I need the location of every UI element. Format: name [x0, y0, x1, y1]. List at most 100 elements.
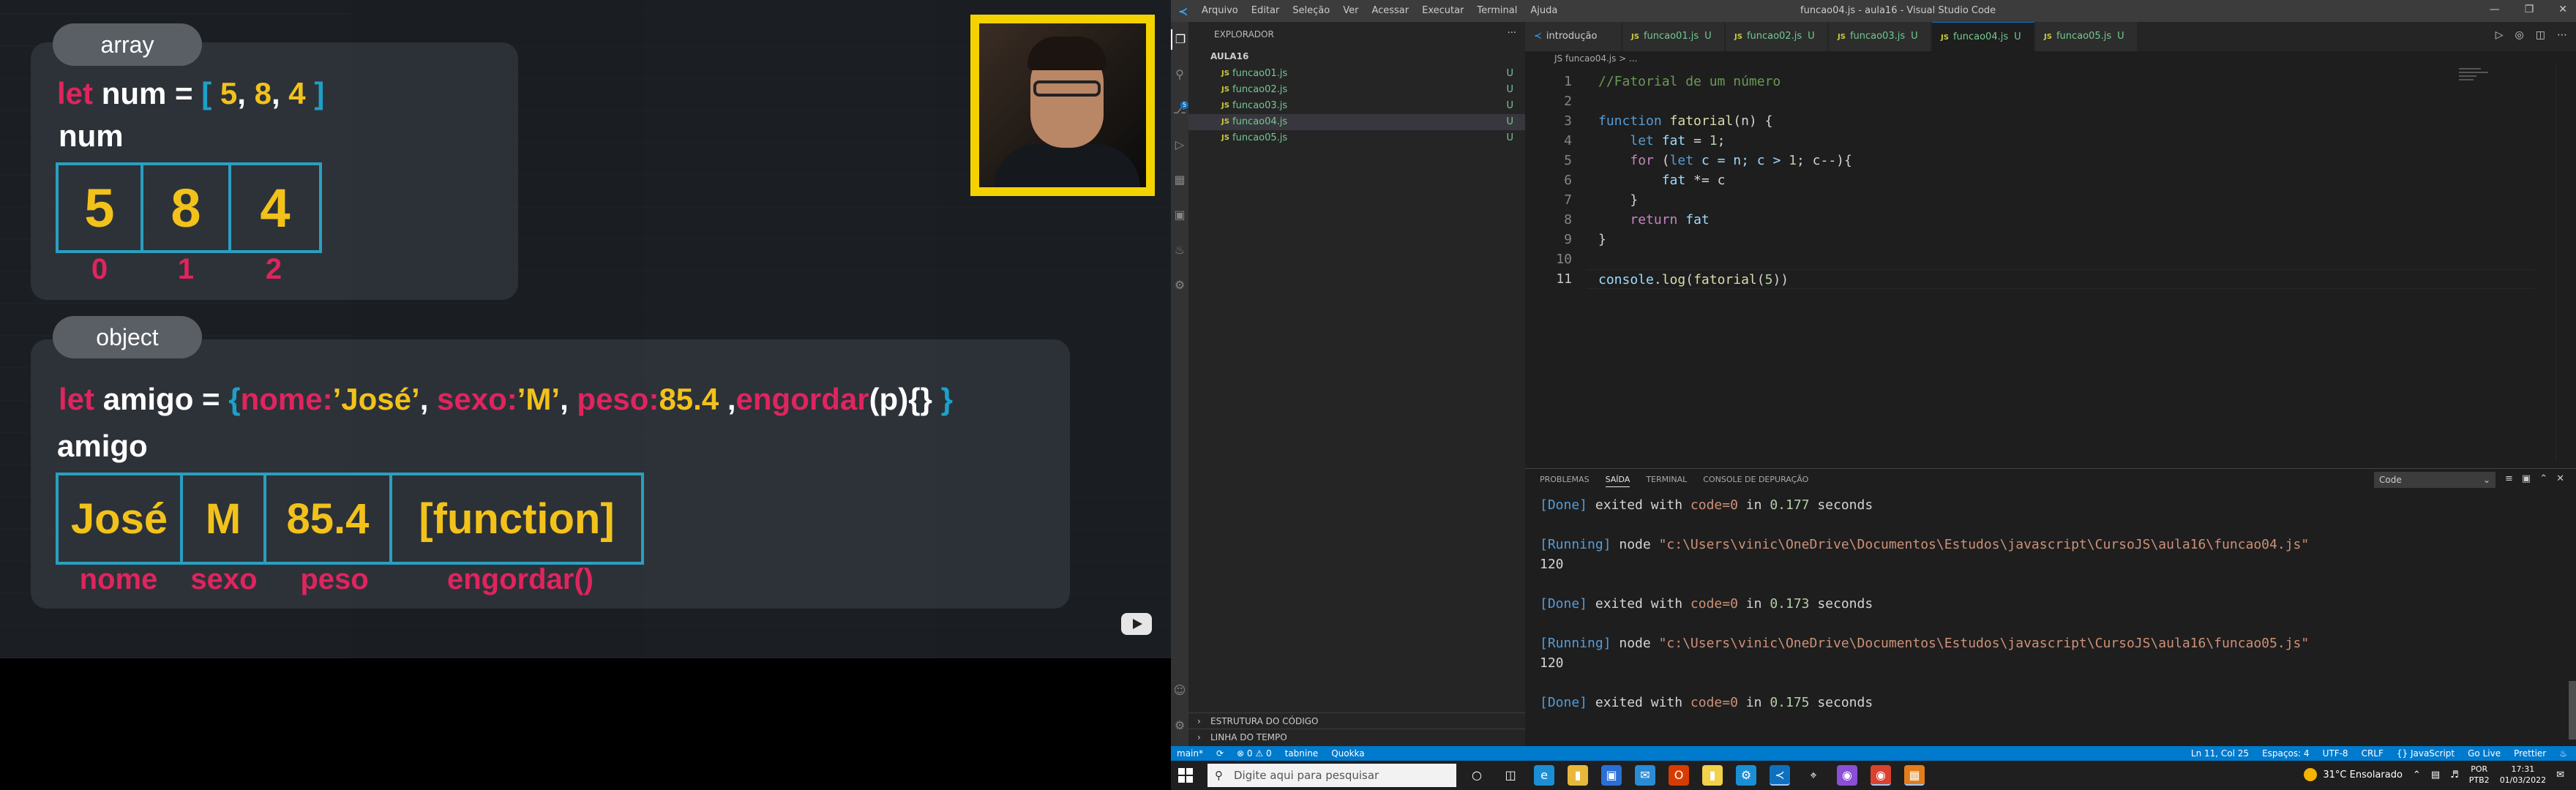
tab-console-depuracao[interactable]: CONSOLE DE DEPURAÇÃO	[1703, 475, 1808, 487]
file-item[interactable]: JS funcao01.js U	[1188, 66, 1525, 82]
tab-funcao02[interactable]: JS funcao02.js U	[1726, 22, 1828, 51]
tab-funcao05[interactable]: JS funcao05.js U	[2035, 22, 2138, 51]
menu-item-terminal[interactable]: Terminal	[1477, 5, 1517, 16]
run-debug-icon[interactable]: ▷	[1171, 135, 1188, 155]
prettier-button[interactable]: Prettier	[2514, 746, 2546, 761]
git-status: U	[1506, 100, 1513, 111]
close-panel-icon[interactable]: ✕	[2556, 473, 2564, 484]
language-indicator[interactable]: POR PTB2	[2469, 764, 2490, 786]
html-editor-icon[interactable]: ▦	[1904, 765, 1925, 786]
output-log[interactable]: [Done] exited with code=0 in 0.177 secon…	[1540, 495, 2309, 712]
line-ending[interactable]: CRLF	[2362, 746, 2384, 761]
object-key-label: sexo	[190, 563, 258, 595]
clear-output-icon[interactable]: ≡	[2505, 473, 2513, 484]
menu-item-ver[interactable]: Ver	[1343, 5, 1358, 16]
settings-icon[interactable]: ⚙	[1736, 765, 1756, 786]
tab-funcao01[interactable]: JS funcao01.js U	[1622, 22, 1725, 51]
folder-aula16[interactable]: AULA16	[1210, 51, 1248, 61]
run-icon[interactable]: ▷	[2496, 29, 2504, 41]
timeline-section[interactable]: › LINHA DO TEMPO	[1188, 729, 1525, 745]
sync-icon[interactable]: ⟳	[1216, 746, 1224, 761]
source-control-icon[interactable]: ⎇ 5	[1171, 99, 1188, 120]
split-editor-icon[interactable]: ◫	[2536, 29, 2545, 41]
weather-widget[interactable]: 31°C Ensolarado	[2304, 768, 2403, 781]
video-lesson[interactable]: array let num = [ 5, 8, 4 ] num 5 8 4 0 …	[0, 0, 1171, 658]
menu-item-arquivo[interactable]: Arquivo	[1202, 5, 1238, 16]
tab-problemas[interactable]: PROBLEMAS	[1540, 475, 1590, 487]
accounts-icon[interactable]: ☺	[1171, 680, 1188, 701]
network-icon[interactable]: ▤	[2431, 770, 2440, 780]
docker-icon[interactable]: ♨	[1171, 240, 1188, 260]
branch-indicator[interactable]: main*	[1177, 746, 1203, 761]
tab-introducao[interactable]: ≺ introdução	[1525, 22, 1622, 51]
file-item-selected[interactable]: JS funcao04.js U	[1188, 114, 1525, 130]
vscode-taskbar-icon[interactable]: ≺	[1770, 765, 1790, 786]
file-item[interactable]: JS funcao02.js U	[1188, 82, 1525, 98]
language-mode[interactable]: {} JavaScript	[2397, 746, 2455, 761]
tab-terminal[interactable]: TERMINAL	[1646, 475, 1687, 487]
taskbar-search-input[interactable]: ⚲ Digite aqui para pesquisar	[1208, 764, 1456, 787]
file-item[interactable]: JS funcao03.js U	[1188, 98, 1525, 114]
office-icon[interactable]: O	[1669, 765, 1689, 786]
editor-scrollbar[interactable]	[2556, 66, 2566, 461]
tool-icon[interactable]: ⌖	[1803, 765, 1824, 786]
clock[interactable]: 17:31 01/03/2022	[2500, 764, 2546, 786]
go-live-button[interactable]: Go Live	[2468, 746, 2501, 761]
breadcrumb[interactable]: JS funcao04.js > ...	[1525, 51, 1638, 66]
output-channel-select[interactable]: Code ⌄	[2374, 472, 2496, 488]
go-live-icon[interactable]: ◎	[2515, 29, 2524, 41]
github-icon[interactable]: ◉	[1837, 765, 1857, 786]
quokka-indicator[interactable]: Quokka	[1331, 746, 1364, 761]
sticky-notes-icon[interactable]: ▮	[1702, 765, 1723, 786]
more-actions-icon[interactable]: ⋯	[2557, 29, 2567, 41]
object-cell: 85.4	[266, 475, 392, 562]
close-icon[interactable]: ✕	[2558, 4, 2567, 15]
mail-icon[interactable]: ✉	[1635, 765, 1655, 786]
let-keyword: let	[57, 76, 94, 110]
code-editor[interactable]: 1 2 3 4 5 6 7 8 9 10 11 //Fatorial de um…	[1525, 66, 2576, 461]
minimap[interactable]	[2459, 66, 2496, 95]
store-icon[interactable]: ▣	[1601, 765, 1622, 786]
menu-item-executar[interactable]: Executar	[1422, 5, 1464, 16]
youtube-icon[interactable]	[1121, 613, 1152, 635]
cortana-icon[interactable]: ○	[1467, 765, 1487, 786]
maximize-icon[interactable]: ❐	[2525, 4, 2534, 15]
tab-funcao04[interactable]: JS funcao04.js U	[1932, 22, 2034, 51]
explorer-icon[interactable]: ❐	[1171, 29, 1188, 50]
more-actions-icon[interactable]: ···	[1508, 28, 1516, 39]
bell-icon[interactable]: ♨	[2559, 746, 2567, 761]
panel-scrollbar[interactable]	[2569, 681, 2576, 740]
menu-item-ajuda[interactable]: Ajuda	[1530, 5, 1557, 16]
lock-icon[interactable]: ▣	[2522, 473, 2531, 484]
extensions-icon[interactable]: ▦	[1171, 170, 1188, 190]
edge-icon[interactable]: e	[1534, 765, 1554, 786]
notification-icon[interactable]: ✉	[2556, 770, 2564, 780]
tab-saida[interactable]: SAÍDA	[1605, 475, 1630, 487]
chevron-up-icon[interactable]: ⌃	[2413, 770, 2421, 780]
tabnine-indicator[interactable]: tabnine	[1285, 746, 1319, 761]
task-view-icon[interactable]: ◫	[1500, 765, 1521, 786]
bottom-panel: PROBLEMAS SAÍDA TERMINAL CONSOLE DE DEPU…	[1525, 468, 2576, 743]
search-icon[interactable]: ⚲	[1171, 64, 1188, 85]
problems-indicator[interactable]: ⊗ 0 ⚠ 0	[1237, 746, 1272, 761]
cursor-position[interactable]: Ln 11, Col 25	[2191, 746, 2249, 761]
file-item[interactable]: JS funcao05.js U	[1188, 130, 1525, 146]
outline-section[interactable]: › ESTRUTURA DO CÓDIGO	[1188, 712, 1525, 729]
maximize-panel-icon[interactable]: ⌃	[2539, 473, 2547, 484]
menu-item-editar[interactable]: Editar	[1251, 5, 1280, 16]
menu-item-selecao[interactable]: Seleção	[1292, 5, 1330, 16]
tab-funcao03[interactable]: JS funcao03.js U	[1829, 22, 1931, 51]
file-explorer-icon[interactable]: ▮	[1568, 765, 1588, 786]
windows-start-icon[interactable]	[1178, 768, 1193, 783]
menu-item-acessar[interactable]: Acessar	[1371, 5, 1409, 16]
indentation[interactable]: Espaços: 4	[2262, 746, 2310, 761]
encoding[interactable]: UTF-8	[2323, 746, 2348, 761]
screen: array let num = [ 5, 8, 4 ] num 5 8 4 0 …	[0, 0, 2576, 790]
minimize-icon[interactable]: —	[2490, 4, 2500, 15]
volume-icon[interactable]: ♬	[2450, 770, 2459, 780]
object-var-label: amigo	[57, 429, 148, 463]
remote-explorer-icon[interactable]: ▣	[1171, 205, 1188, 225]
chrome-icon[interactable]: ◉	[1871, 765, 1891, 786]
gear-icon[interactable]: ⚙	[1171, 715, 1188, 736]
settings-sync-icon[interactable]: ⚙	[1171, 275, 1188, 296]
